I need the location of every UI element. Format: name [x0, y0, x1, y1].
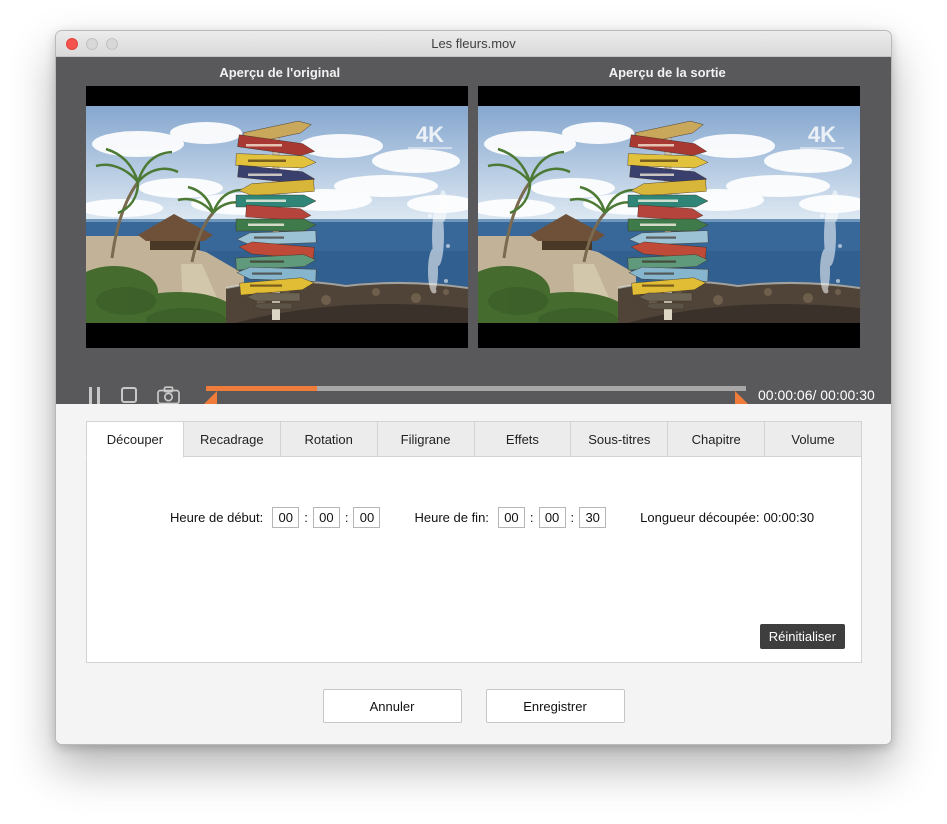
tab-sous-titres[interactable]: Sous-titres	[570, 421, 668, 457]
tab-effets[interactable]: Effets	[474, 421, 572, 457]
save-button[interactable]: Enregistrer	[486, 689, 625, 723]
stop-icon[interactable]	[121, 387, 137, 403]
footer-buttons: Annuler Enregistrer	[56, 689, 891, 723]
zoom-button[interactable]	[106, 38, 118, 50]
trimmed-length: Longueur découpée: 00:00:30	[640, 510, 814, 525]
cancel-button[interactable]: Annuler	[323, 689, 462, 723]
close-button[interactable]	[66, 38, 78, 50]
time-separator: :	[529, 510, 535, 525]
time-separator: :	[303, 510, 309, 525]
tab-bar: DécouperRecadrageRotationFiligraneEffets…	[86, 421, 862, 458]
end-time-input-minutes[interactable]	[539, 507, 566, 528]
trim-controls-row: Heure de début: :: Heure de fin: :: Long…	[170, 507, 814, 528]
output-preview-label: Aperçu de la sortie	[474, 65, 862, 80]
pause-icon[interactable]	[86, 387, 100, 404]
end-time-input-hours[interactable]	[498, 507, 525, 528]
start-time-input-hours[interactable]	[272, 507, 299, 528]
camera-snapshot-icon[interactable]	[157, 386, 180, 405]
end-time-group: Heure de fin: ::	[414, 507, 606, 528]
time-separator: :	[570, 510, 576, 525]
minimize-button[interactable]	[86, 38, 98, 50]
trim-end-handle[interactable]	[735, 391, 748, 404]
time-separator: :	[344, 510, 350, 525]
traffic-lights	[66, 31, 118, 56]
titlebar[interactable]: Les fleurs.mov	[56, 31, 891, 57]
time-display: 00:00:06/ 00:00:30	[758, 387, 875, 403]
tab-d-couper[interactable]: Découper	[86, 421, 184, 458]
tab-recadrage[interactable]: Recadrage	[183, 421, 281, 457]
window-title: Les fleurs.mov	[431, 36, 516, 51]
preview-section: Aperçu de l'original Aperçu de la sortie	[56, 57, 891, 404]
tab-filigrane[interactable]: Filigrane	[377, 421, 475, 457]
tab-rotation[interactable]: Rotation	[280, 421, 378, 457]
tab-volume[interactable]: Volume	[764, 421, 862, 457]
start-time-label: Heure de début:	[170, 510, 263, 525]
output-preview-video[interactable]	[478, 86, 860, 348]
tab-chapitre[interactable]: Chapitre	[667, 421, 765, 457]
start-time-input-minutes[interactable]	[313, 507, 340, 528]
editor-section: DécouperRecadrageRotationFiligraneEffets…	[56, 404, 891, 745]
original-preview-video[interactable]	[86, 86, 468, 348]
start-time-input-seconds[interactable]	[353, 507, 380, 528]
end-time-label: Heure de fin:	[414, 510, 488, 525]
timeline[interactable]	[206, 384, 746, 406]
end-time-input-seconds[interactable]	[579, 507, 606, 528]
start-time-group: Heure de début: ::	[170, 507, 380, 528]
trim-start-handle[interactable]	[204, 391, 217, 404]
app-window: Les fleurs.mov Aperçu de l'original Aper…	[55, 30, 892, 745]
timeline-track[interactable]	[206, 386, 746, 391]
trimmed-length-label: Longueur découpée:	[640, 510, 759, 525]
reset-button[interactable]: Réinitialiser	[760, 624, 845, 649]
trim-panel: Heure de début: :: Heure de fin: :: Long…	[86, 456, 862, 663]
timeline-progress	[206, 386, 317, 391]
original-preview-label: Aperçu de l'original	[86, 65, 474, 80]
trimmed-length-value: 00:00:30	[763, 510, 814, 525]
